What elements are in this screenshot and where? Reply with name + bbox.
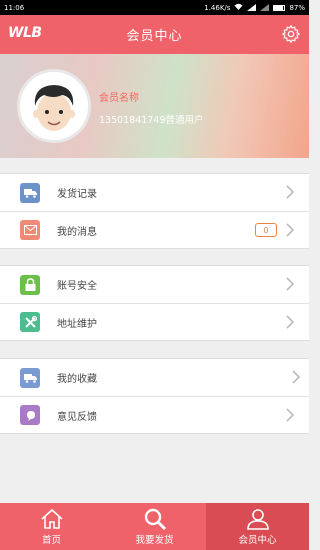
menu-item-shipping-records[interactable]: 发货记录: [0, 174, 309, 211]
tab-member-label: 会员中心: [238, 534, 277, 546]
user-icon: [246, 508, 269, 530]
chevron-right-icon: [286, 408, 295, 422]
truck-icon: [20, 182, 40, 203]
menu-item-address-maintenance[interactable]: 地址维护: [0, 303, 309, 340]
menu-group-3: 我的收藏 意见反馈: [0, 358, 309, 434]
menu-label: 我的收藏: [57, 374, 97, 385]
menu-item-account-security[interactable]: 账号安全: [0, 266, 309, 303]
network-speed: 1.46K/s: [204, 3, 231, 12]
chevron-right-icon: [286, 223, 295, 237]
chevron-right-icon: [286, 315, 295, 329]
envelope-icon: [20, 220, 40, 240]
menu-label: 我的消息: [57, 226, 97, 238]
chevron-right-icon: [292, 370, 301, 384]
avatar-face-icon: [20, 72, 88, 140]
profile-banner: 会员名称 13501841749普通用户: [0, 54, 309, 158]
bottom-tab-bar: 首页 我要发货 会员中心: [0, 503, 309, 550]
truck-icon: [20, 367, 40, 388]
menu-item-my-messages[interactable]: 我的消息 0: [0, 211, 309, 248]
tools-icon: [20, 312, 40, 332]
signal-icon: [247, 4, 257, 11]
menu-group-1: 发货记录 我的消息 0: [0, 173, 309, 249]
menu-label: 地址维护: [57, 318, 97, 330]
chevron-right-icon: [286, 185, 295, 199]
status-time: 11:06: [4, 3, 25, 12]
tab-ship[interactable]: 我要发货: [103, 503, 206, 550]
wifi-icon: [234, 3, 243, 12]
battery-percent: 87%: [289, 3, 305, 12]
feedback-icon: [20, 405, 40, 425]
app-logo: WLB: [8, 25, 42, 41]
member-phone-type: 13501841749普通用户: [99, 115, 204, 126]
search-icon: [144, 508, 166, 530]
avatar[interactable]: [17, 69, 91, 143]
menu-item-feedback[interactable]: 意见反馈: [0, 396, 309, 433]
menu-label: 发货记录: [57, 189, 97, 200]
tab-home[interactable]: 首页: [0, 503, 103, 550]
lock-icon: [20, 274, 40, 295]
gear-icon[interactable]: [281, 24, 301, 44]
battery-icon: [273, 4, 286, 11]
tab-ship-label: 我要发货: [135, 534, 174, 546]
menu-item-my-favorites[interactable]: 我的收藏: [0, 359, 309, 396]
message-count-badge: 0: [255, 223, 277, 237]
tab-home-label: 首页: [41, 534, 61, 546]
menu-group-2: 账号安全 地址维护: [0, 265, 309, 341]
home-icon: [40, 508, 63, 529]
page-title: 会员中心: [126, 29, 183, 44]
chevron-right-icon: [286, 277, 295, 291]
tab-member[interactable]: 会员中心: [206, 503, 309, 550]
menu-label: 意见反馈: [57, 411, 97, 423]
app-header: WLB 会员中心: [0, 15, 309, 54]
menu-label: 账号安全: [57, 281, 97, 292]
status-bar: 11:06 1.46K/s 87%: [0, 0, 309, 15]
member-name: 会员名称: [99, 93, 139, 104]
signal-icon-2: [260, 4, 270, 11]
